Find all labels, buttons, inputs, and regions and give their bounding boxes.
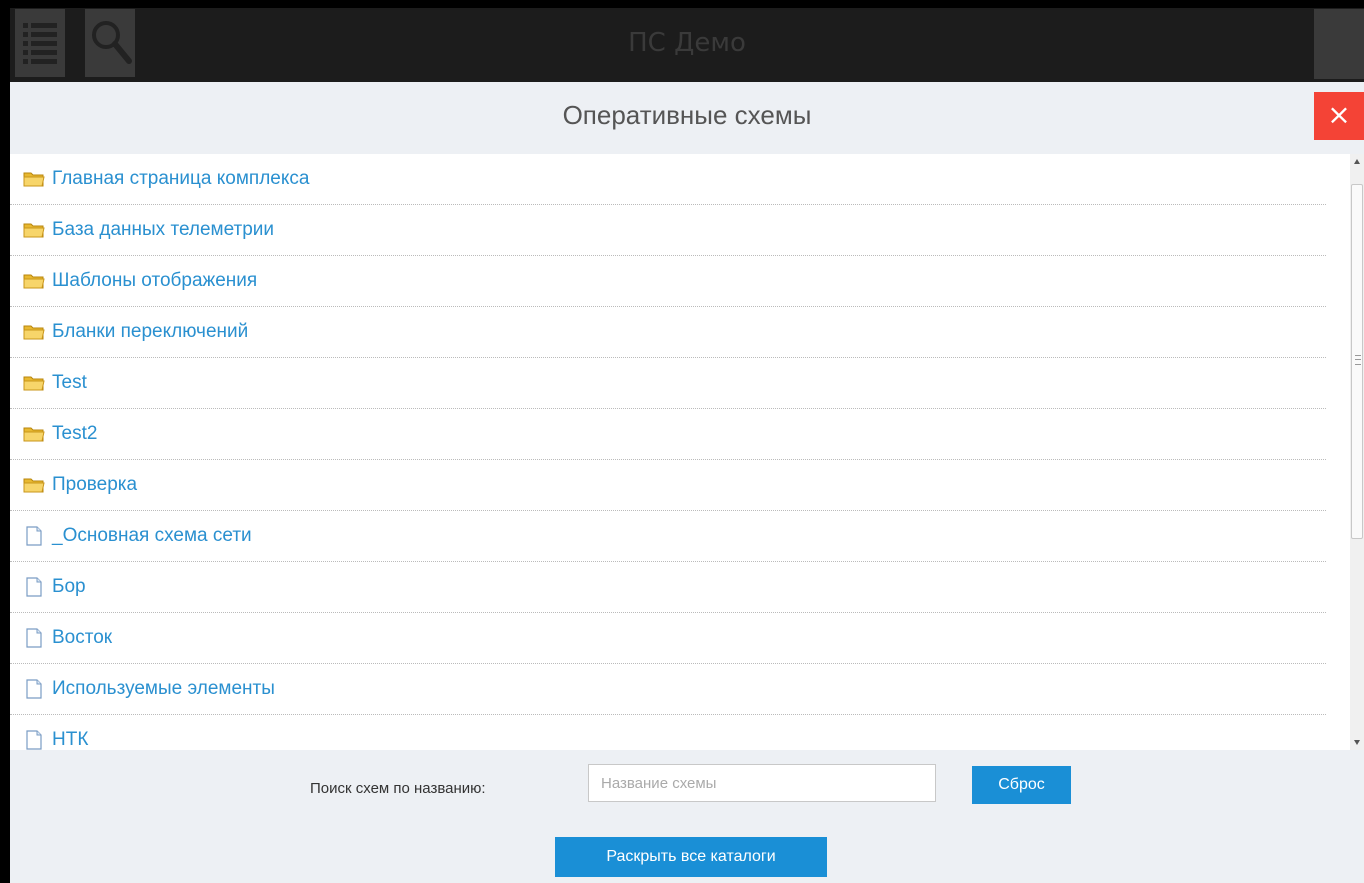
item-label[interactable]: База данных телеметрии: [52, 219, 274, 241]
schemes-list: Главная страница комплекса База данных те…: [10, 154, 1354, 750]
app-topbar: ПС Демо: [10, 8, 1364, 82]
document-icon: [22, 626, 46, 650]
folder-icon: [22, 371, 46, 395]
document-icon: [22, 575, 46, 599]
scheme-item[interactable]: Бор: [10, 562, 1326, 613]
dialog-footer: Поиск схем по названию: Сброс Раскрыть в…: [10, 750, 1364, 883]
item-label[interactable]: Бланки переключений: [52, 321, 248, 343]
item-label[interactable]: Test: [52, 372, 87, 394]
scheme-item[interactable]: Восток: [10, 613, 1326, 664]
folder-icon: [22, 167, 46, 191]
dialog-header: Оперативные схемы ×: [10, 82, 1364, 154]
folder-item[interactable]: Test: [10, 358, 1326, 409]
folder-item[interactable]: База данных телеметрии: [10, 205, 1326, 256]
folder-icon: [22, 320, 46, 344]
scheme-search-input[interactable]: [588, 764, 936, 802]
grip-icon: [1355, 355, 1361, 365]
item-label[interactable]: _Основная схема сети: [52, 525, 252, 547]
dialog-title: Оперативные схемы: [562, 100, 812, 130]
folder-item[interactable]: Главная страница комплекса: [10, 154, 1326, 205]
folder-icon: [22, 473, 46, 497]
item-label[interactable]: Проверка: [52, 474, 137, 496]
expand-all-button[interactable]: Раскрыть все каталоги: [555, 837, 827, 877]
folder-icon: [22, 422, 46, 446]
scheme-item[interactable]: НТК: [10, 715, 1326, 750]
vertical-scrollbar[interactable]: [1350, 154, 1364, 750]
item-label[interactable]: Шаблоны отображения: [52, 270, 257, 292]
document-icon: [22, 524, 46, 548]
document-icon: [22, 728, 46, 750]
folder-icon: [22, 269, 46, 293]
scheme-item[interactable]: Используемые элементы: [10, 664, 1326, 715]
scroll-thumb[interactable]: [1351, 184, 1363, 539]
item-label[interactable]: Используемые элементы: [52, 678, 275, 700]
item-label[interactable]: Test2: [52, 423, 97, 445]
folder-icon: [22, 218, 46, 242]
folder-item[interactable]: Проверка: [10, 460, 1326, 511]
scroll-up-arrow-icon[interactable]: [1350, 154, 1364, 170]
scheme-item[interactable]: _Основная схема сети: [10, 511, 1326, 562]
close-button[interactable]: ×: [1314, 92, 1364, 140]
app-title: ПС Демо: [628, 28, 746, 58]
reset-button[interactable]: Сброс: [972, 766, 1071, 804]
search-label: Поиск схем по названию:: [310, 780, 486, 797]
folder-item[interactable]: Бланки переключений: [10, 307, 1326, 358]
scroll-down-arrow-icon[interactable]: [1350, 734, 1364, 750]
item-label[interactable]: Главная страница комплекса: [52, 168, 309, 190]
item-label[interactable]: Восток: [52, 627, 112, 649]
item-label[interactable]: Бор: [52, 576, 86, 598]
folder-item[interactable]: Test2: [10, 409, 1326, 460]
document-icon: [22, 677, 46, 701]
item-label[interactable]: НТК: [52, 729, 88, 750]
topbar-right-button[interactable]: [1314, 9, 1364, 79]
folder-item[interactable]: Шаблоны отображения: [10, 256, 1326, 307]
schemes-dialog: Оперативные схемы × Главная страница ком…: [10, 82, 1364, 883]
